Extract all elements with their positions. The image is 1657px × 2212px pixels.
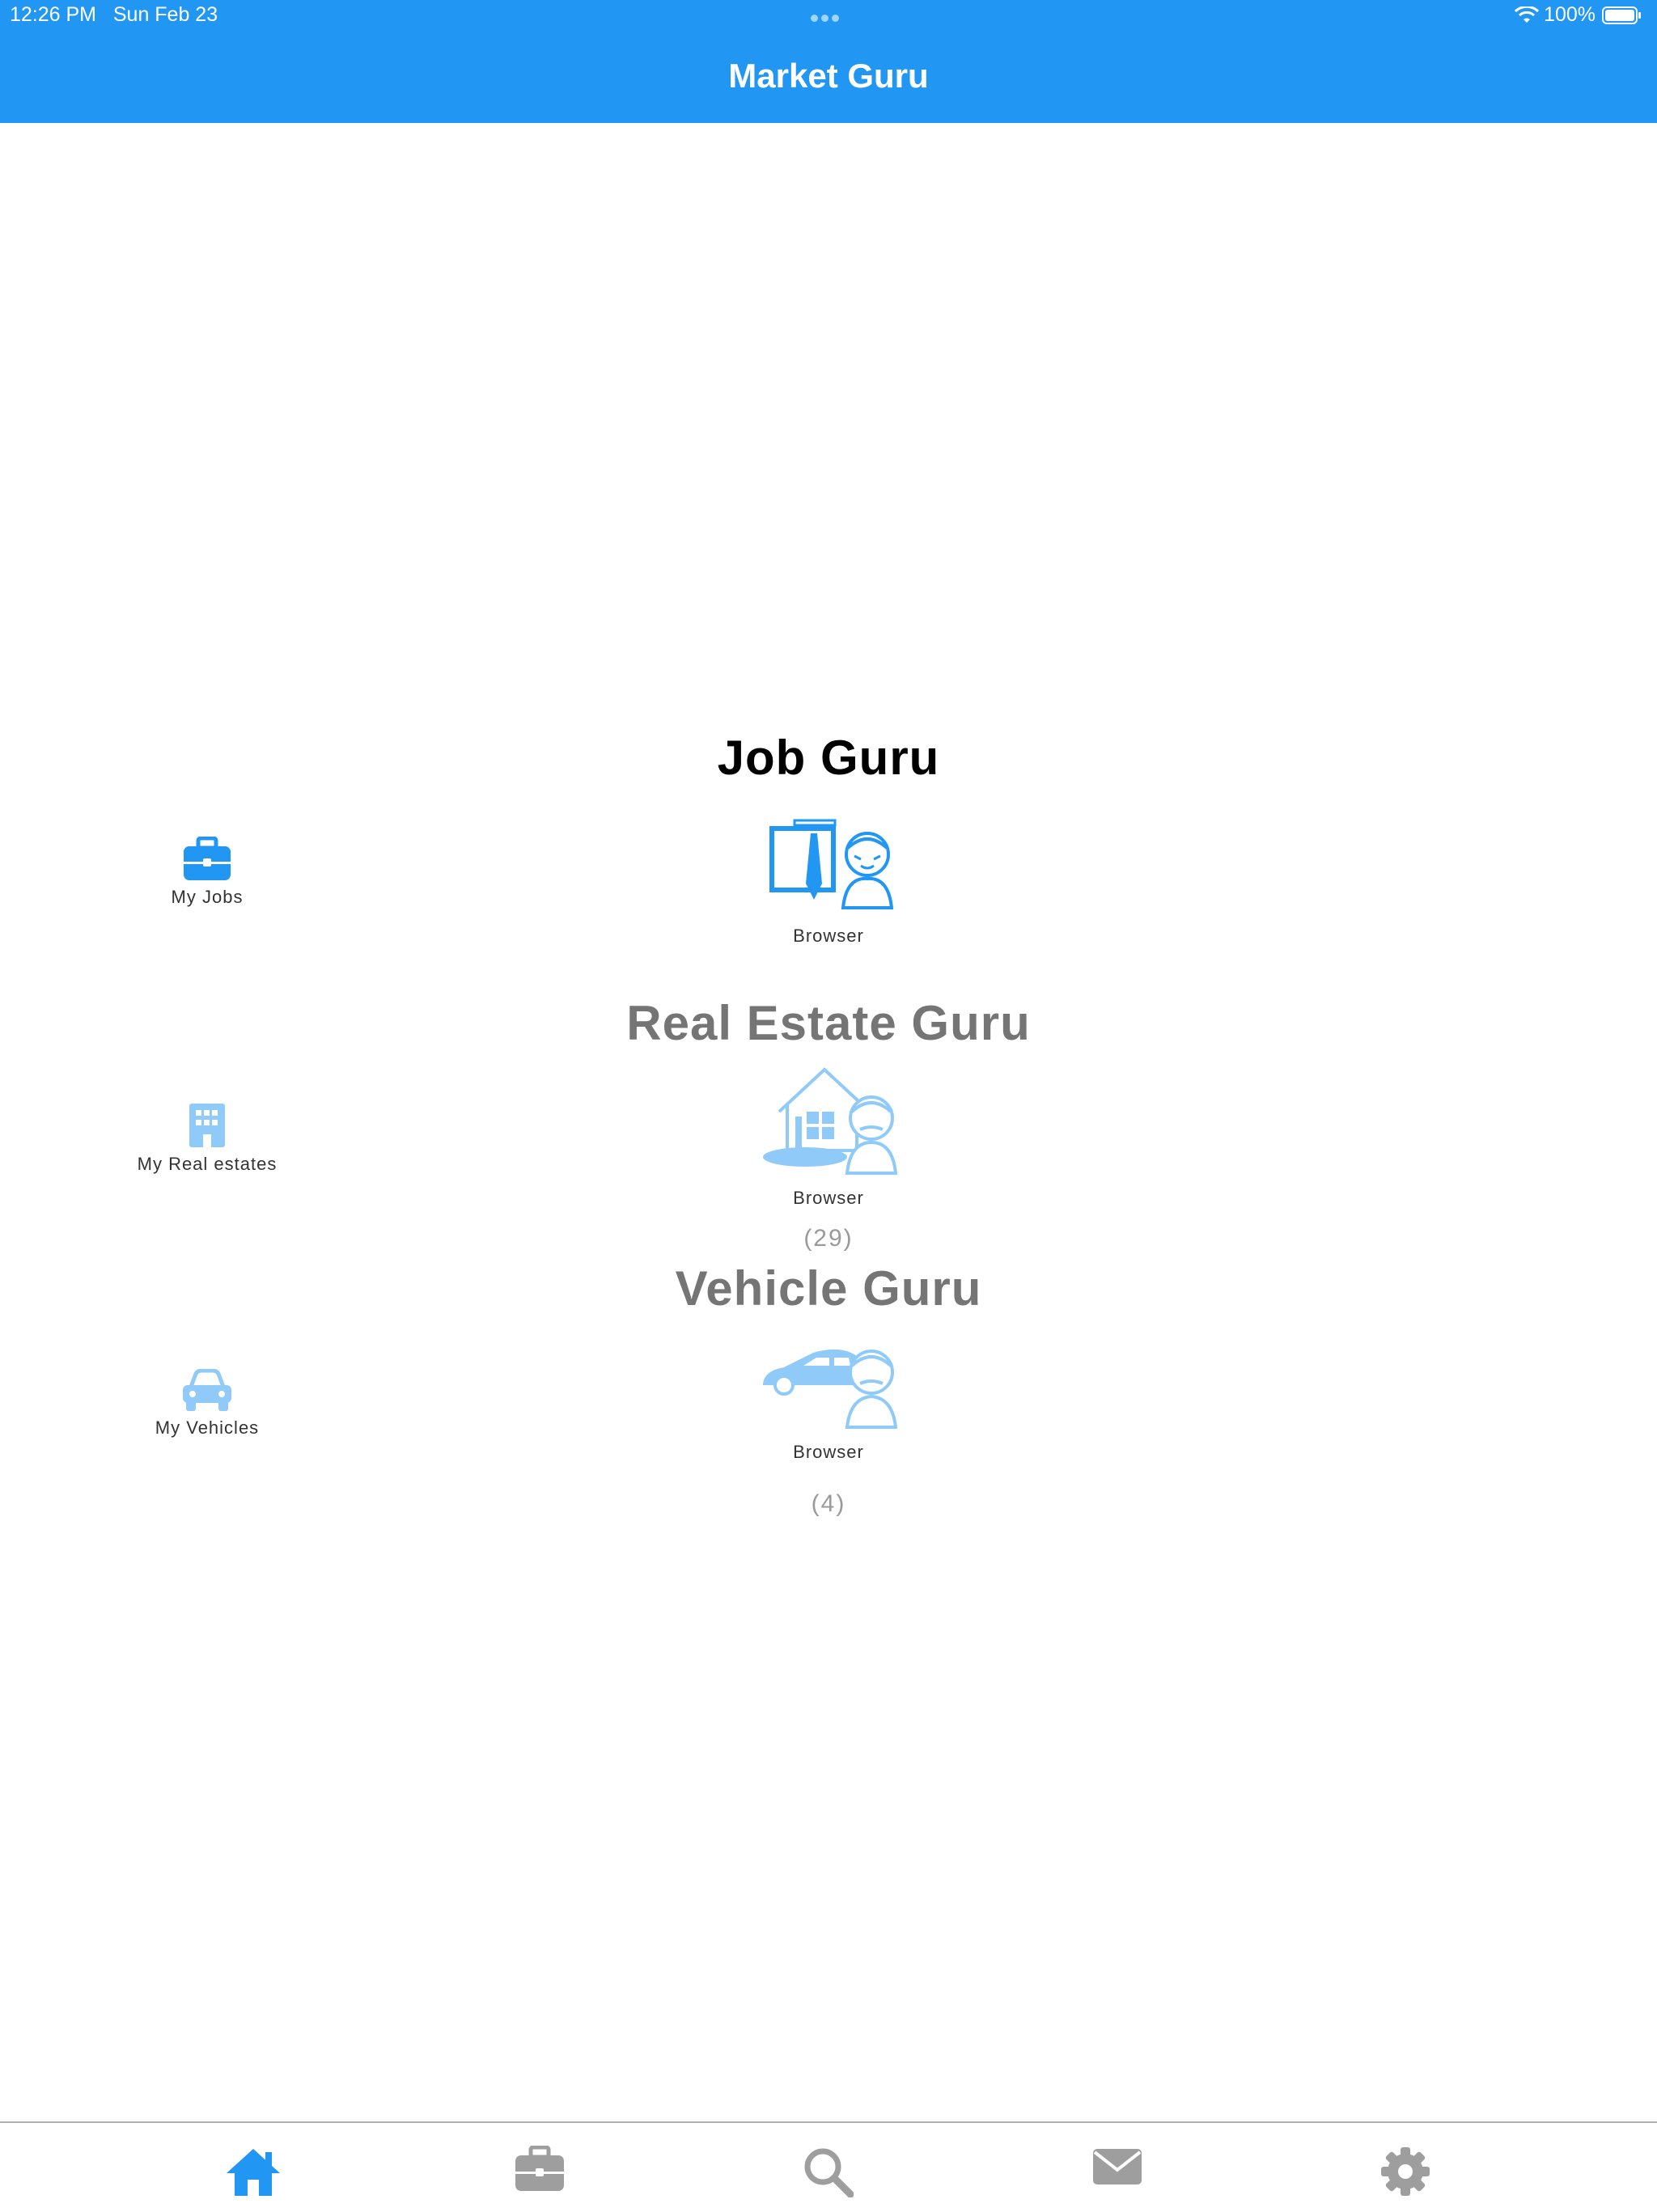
wifi-icon bbox=[1515, 6, 1540, 23]
my-jobs-button[interactable]: My Jobs bbox=[102, 837, 312, 908]
battery-percentage: 100% bbox=[1544, 3, 1596, 26]
tab-home[interactable] bbox=[225, 2146, 282, 2197]
real-estate-count: (29) bbox=[803, 1225, 854, 1252]
job-guru-browser-icon bbox=[769, 819, 893, 909]
status-bar-right: 100% bbox=[1508, 3, 1642, 27]
my-vehicles-label: My Vehicles bbox=[155, 1417, 260, 1438]
vehicle-guru-browser-icon bbox=[763, 1349, 897, 1429]
search-icon bbox=[804, 2148, 854, 2197]
tab-bar bbox=[0, 2121, 1657, 2212]
page-title: Market Guru bbox=[728, 57, 929, 95]
section-title-job-guru: Job Guru bbox=[717, 731, 940, 785]
tab-search[interactable] bbox=[799, 2146, 856, 2197]
home-icon bbox=[227, 2149, 280, 2196]
car-icon bbox=[183, 1369, 231, 1411]
battery-icon bbox=[1602, 6, 1641, 24]
vehicle-browser-button[interactable]: Browser bbox=[707, 1343, 950, 1463]
tab-jobs[interactable] bbox=[511, 2146, 568, 2197]
my-jobs-label: My Jobs bbox=[171, 887, 244, 907]
my-real-estates-label: My Real estates bbox=[137, 1154, 278, 1174]
briefcase-icon bbox=[184, 837, 231, 880]
briefcase-icon bbox=[515, 2146, 564, 2191]
my-vehicles-button[interactable]: My Vehicles bbox=[102, 1369, 312, 1439]
real-estate-guru-browser-icon bbox=[763, 1067, 897, 1175]
vehicle-count: (4) bbox=[811, 1490, 846, 1517]
mail-icon bbox=[1093, 2149, 1142, 2184]
tab-settings[interactable] bbox=[1377, 2146, 1434, 2197]
section-title-real-estate-guru: Real Estate Guru bbox=[626, 996, 1031, 1050]
gear-icon bbox=[1381, 2147, 1430, 2196]
tab-messages[interactable] bbox=[1089, 2146, 1146, 2197]
real-estate-browser-button[interactable]: Browser bbox=[707, 1066, 950, 1209]
building-icon bbox=[189, 1104, 225, 1147]
real-estate-browser-label: Browser bbox=[793, 1188, 864, 1208]
status-bar-time: 12:26 PM Sun Feb 23 bbox=[10, 3, 218, 26]
section-title-vehicle-guru: Vehicle Guru bbox=[675, 1261, 982, 1316]
my-real-estates-button[interactable]: My Real estates bbox=[102, 1102, 312, 1175]
navigation-bar: 12:26 PM Sun Feb 23 100% Market Guru bbox=[0, 0, 1657, 123]
vehicle-browser-label: Browser bbox=[793, 1442, 864, 1462]
job-browser-label: Browser bbox=[793, 926, 864, 946]
multitasking-dots-icon[interactable] bbox=[809, 11, 841, 26]
job-browser-button[interactable]: Browser bbox=[707, 819, 950, 947]
